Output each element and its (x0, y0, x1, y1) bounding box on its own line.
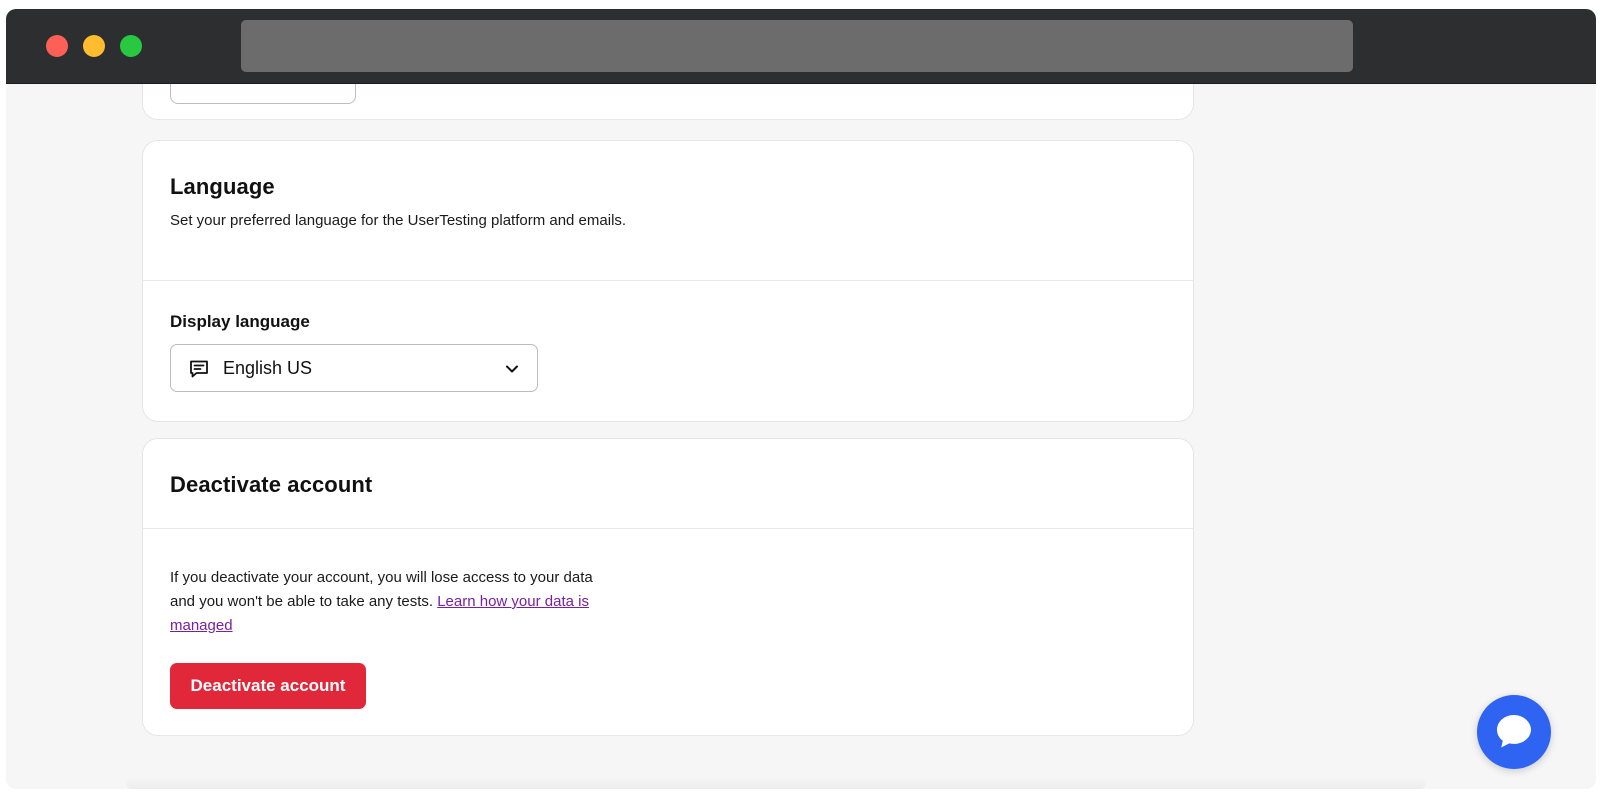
previous-section-button[interactable] (170, 83, 356, 104)
deactivate-account-button[interactable]: Deactivate account (170, 663, 366, 709)
display-language-select[interactable]: English US (170, 344, 538, 392)
language-title: Language (170, 174, 275, 199)
language-card: Language Set your preferred language for… (142, 140, 1194, 422)
deactivate-card: Deactivate account If you deactivate you… (142, 438, 1194, 736)
language-header: Language Set your preferred language for… (170, 174, 630, 233)
deactivate-header: Deactivate account (170, 472, 372, 498)
browser-window: Language Set your preferred language for… (6, 9, 1596, 789)
deactivate-title: Deactivate account (170, 472, 373, 497)
display-language-label: Display language (170, 312, 310, 331)
minimize-window-button[interactable] (83, 35, 105, 57)
address-bar[interactable] (241, 20, 1353, 72)
page-bottom-shadow (126, 777, 1426, 789)
browser-titlebar (6, 9, 1596, 84)
page-content: Language Set your preferred language for… (6, 83, 1596, 789)
language-divider (143, 280, 1193, 281)
chevron-down-icon (506, 365, 518, 373)
maximize-window-button[interactable] (120, 35, 142, 57)
deactivate-divider (143, 528, 1193, 529)
chat-icon (190, 360, 208, 378)
chat-widget-button[interactable] (1477, 695, 1551, 769)
close-window-button[interactable] (46, 35, 68, 57)
chat-bubble-icon (1497, 715, 1531, 748)
previous-settings-card (142, 83, 1194, 120)
selected-language: English US (223, 358, 313, 378)
deactivate-description: If you deactivate your account, you will… (170, 566, 620, 638)
language-description: Set your preferred language for the User… (170, 212, 627, 229)
